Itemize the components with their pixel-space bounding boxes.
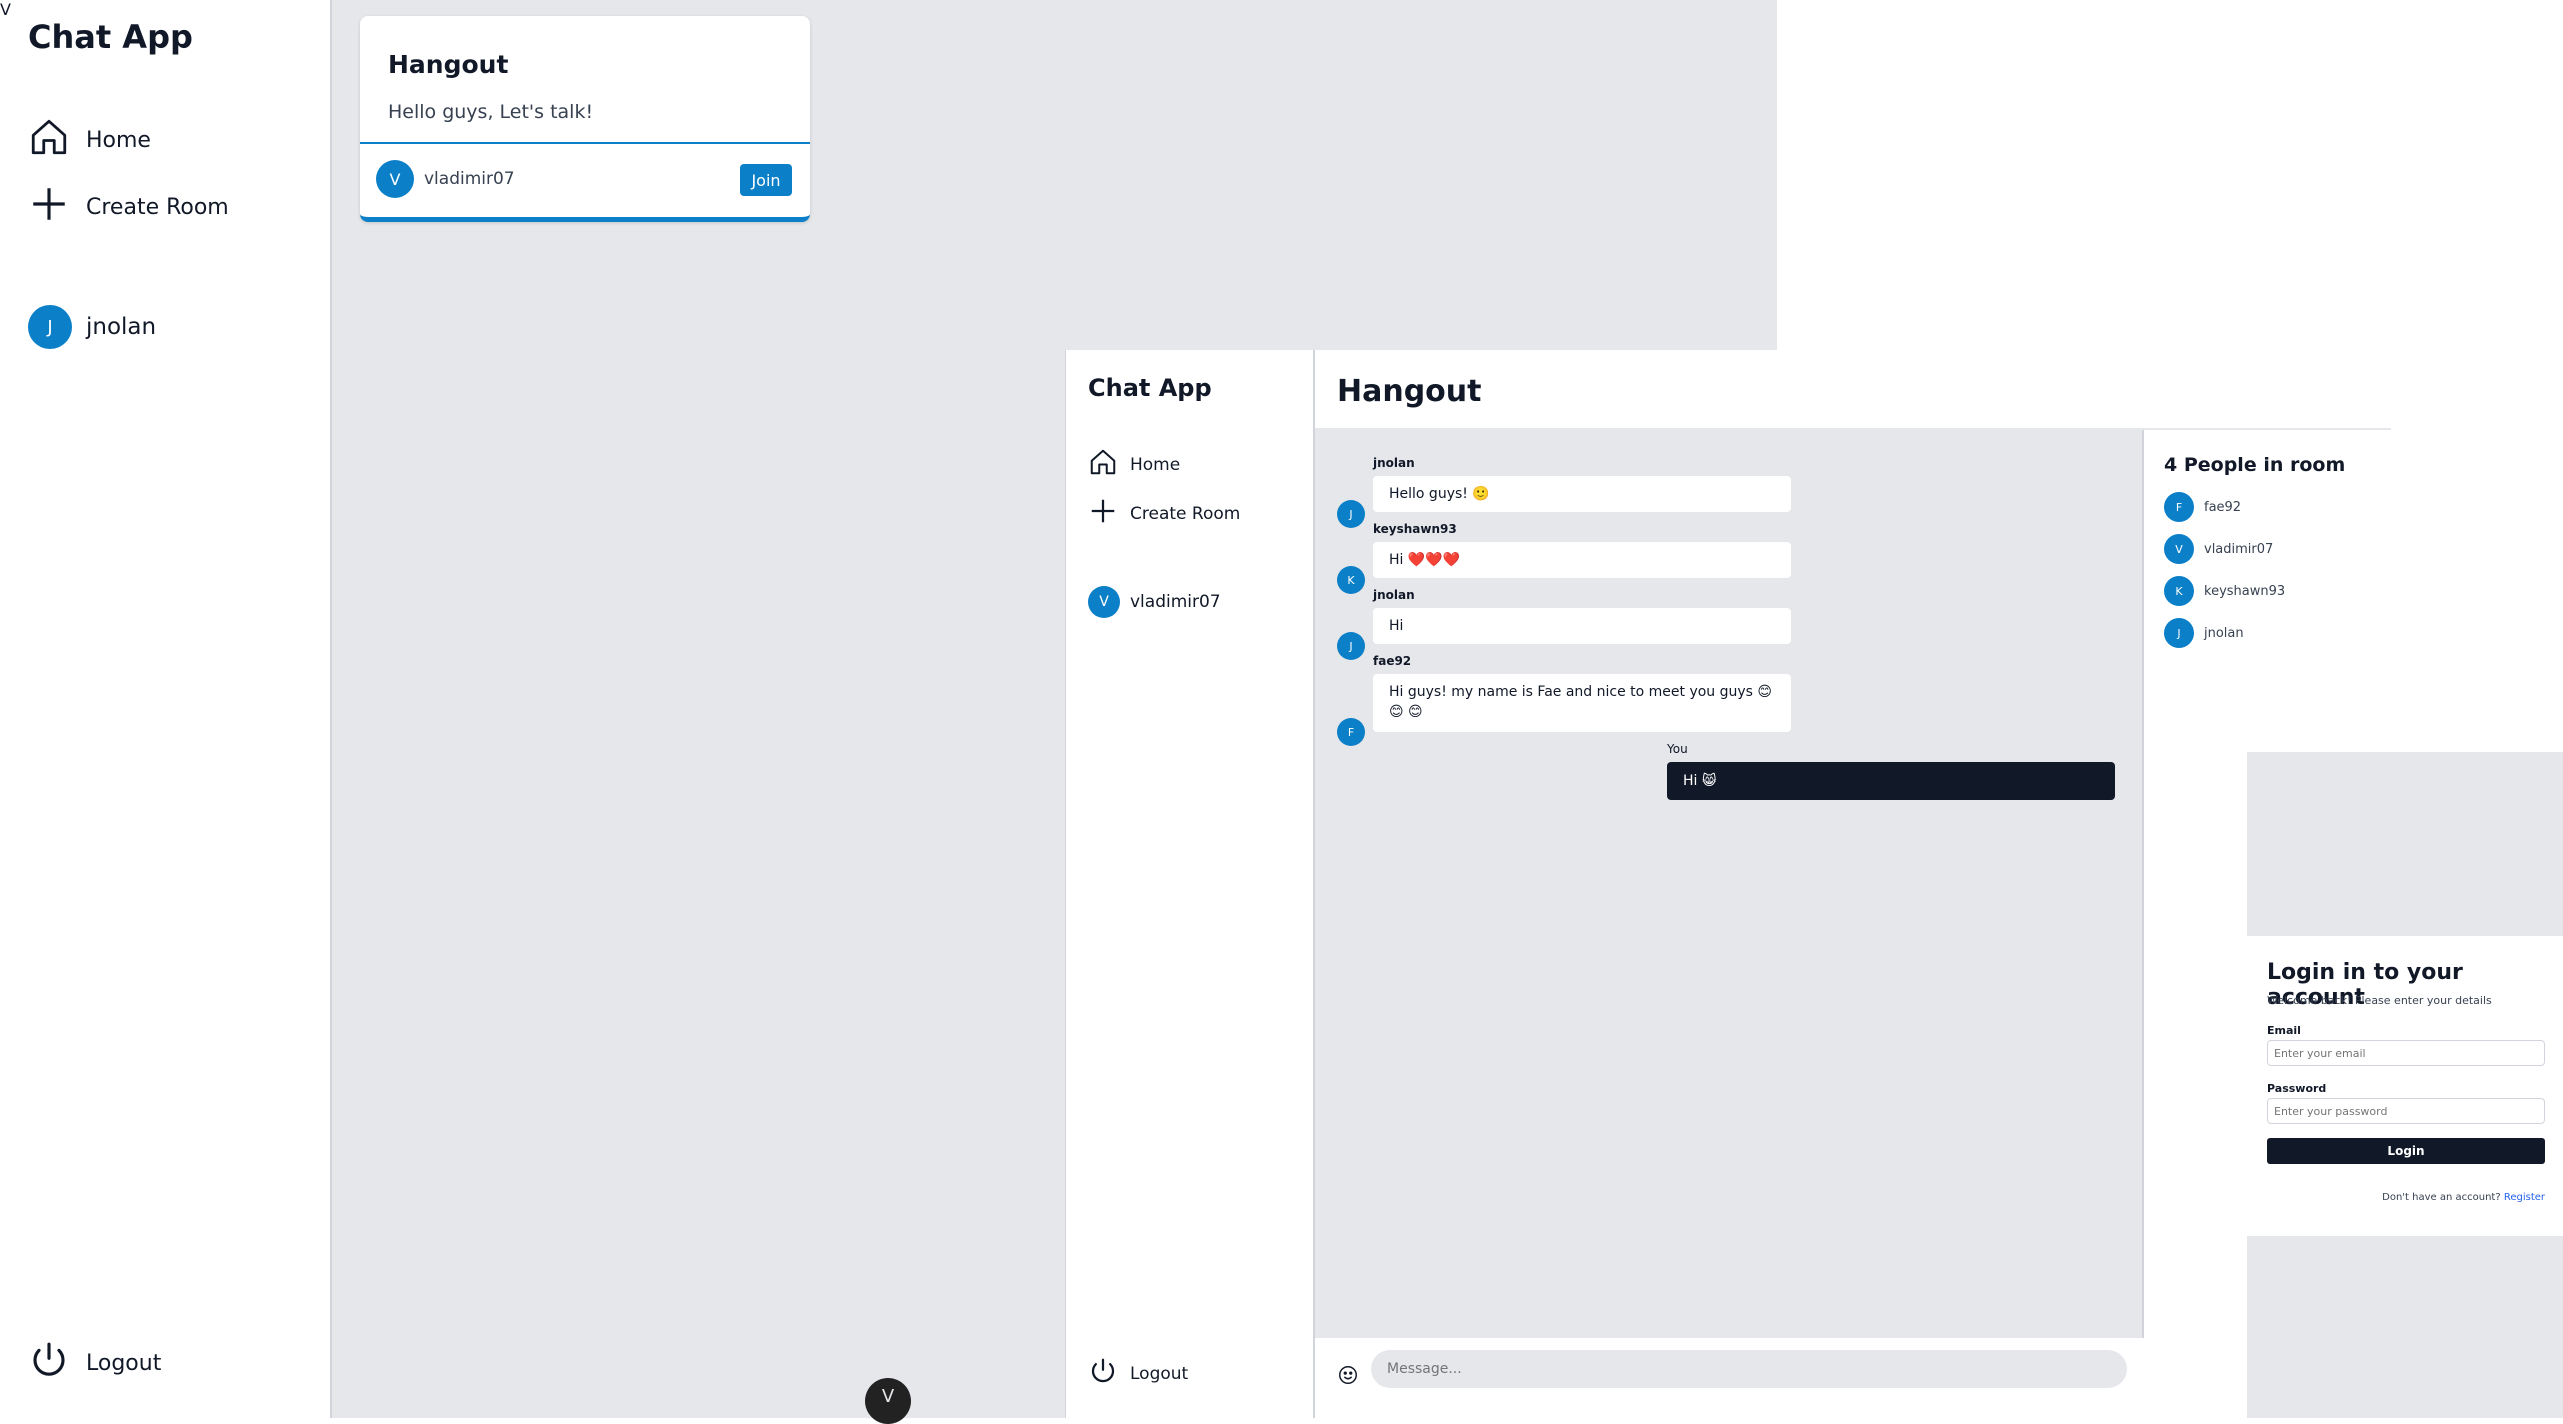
login-subtitle: Welcome back! Please enter your details: [2267, 994, 2492, 1007]
room-title: Hangout: [1337, 374, 1482, 409]
person-item[interactable]: V vladimir07: [2164, 534, 2273, 564]
sidebar: Chat App Home Create Room V vladimir07 L…: [1066, 350, 1315, 1418]
devtools-badge-icon[interactable]: V: [865, 1378, 911, 1424]
message-bubble: Hi guys! my name is Fae and nice to meet…: [1373, 674, 1791, 732]
home-icon: [28, 116, 70, 164]
avatar: F: [2164, 492, 2194, 522]
app-title: Chat App: [1088, 374, 1212, 402]
room-owner-name: vladimir07: [424, 169, 515, 189]
message-author: jnolan: [1373, 588, 1415, 602]
home-icon: [1088, 447, 1118, 482]
login-window: Login in to your account Welcome back! P…: [2247, 752, 2563, 1418]
divider: [360, 142, 810, 144]
avatar: K: [2164, 576, 2194, 606]
app-title: Chat App: [28, 18, 193, 56]
message-author: keyshawn93: [1373, 522, 1457, 536]
nav-create-room[interactable]: Create Room: [1088, 496, 1240, 531]
avatar: J: [28, 305, 72, 349]
person-item[interactable]: K keyshawn93: [2164, 576, 2285, 606]
chat-window: Chat App Home Create Room V vladimir07 L…: [1065, 350, 2391, 1418]
message-list[interactable]: jnolan Hello guys! 🙂 J keyshawn93 Hi ❤️❤…: [1315, 430, 2144, 1338]
nav-home[interactable]: Home: [28, 116, 151, 164]
avatar: J: [1337, 500, 1365, 528]
logout-label: Logout: [86, 1350, 162, 1376]
room-card-owner: V vladimir07: [376, 160, 515, 198]
avatar: J: [2164, 618, 2194, 648]
message-author: You: [1667, 742, 1688, 756]
email-field[interactable]: [2267, 1040, 2545, 1066]
message-bubble: Hi: [1373, 608, 1791, 644]
person-name: fae92: [2204, 499, 2242, 515]
current-user[interactable]: V vladimir07: [1088, 586, 1221, 618]
sidebar: Chat App Home Create Room J jnolan Logou…: [0, 0, 332, 1418]
avatar: F: [1337, 718, 1365, 746]
current-user[interactable]: J jnolan: [28, 305, 156, 349]
logout-button[interactable]: Logout: [1088, 1356, 1188, 1391]
plus-icon: [28, 183, 70, 231]
nav-home-label: Home: [86, 127, 151, 153]
nav-home[interactable]: Home: [1088, 447, 1180, 482]
email-label: Email: [2267, 1024, 2301, 1037]
room-card-title: Hangout: [388, 50, 509, 79]
join-button[interactable]: Join: [740, 164, 792, 196]
room-header: Hangout: [1315, 350, 2391, 430]
login-button[interactable]: Login: [2267, 1138, 2545, 1164]
room-card[interactable]: Hangout Hello guys, Let's talk! V vladim…: [360, 16, 810, 222]
login-panel: Login in to your account Welcome back! P…: [2247, 936, 2563, 1236]
register-link[interactable]: Register: [2504, 1192, 2545, 1203]
message-bubble: Hi ❤️❤️❤️: [1373, 542, 1791, 578]
username: vladimir07: [1130, 592, 1221, 612]
avatar: V: [2164, 534, 2194, 564]
person-item[interactable]: J jnolan: [2164, 618, 2244, 648]
password-field[interactable]: [2267, 1098, 2545, 1124]
avatar: V: [1088, 586, 1120, 618]
no-account-text: Don't have an account?: [2382, 1192, 2501, 1203]
room-card-description: Hello guys, Let's talk!: [388, 101, 594, 123]
nav-home-label: Home: [1130, 454, 1181, 475]
own-message-bubble: Hi 😸: [1667, 762, 2115, 800]
message-bubble: Hello guys! 🙂: [1373, 476, 1791, 512]
avatar: K: [1337, 566, 1365, 594]
devtools-badge-icon[interactable]: V: [0, 0, 11, 19]
avatar: J: [1337, 632, 1365, 660]
person-item[interactable]: F fae92: [2164, 492, 2241, 522]
nav-create-room[interactable]: Create Room: [28, 183, 229, 231]
person-name: vladimir07: [2204, 541, 2274, 557]
password-label: Password: [2267, 1082, 2327, 1095]
message-author: jnolan: [1373, 456, 1415, 470]
power-icon: [28, 1339, 70, 1387]
power-icon: [1088, 1356, 1118, 1391]
register-row: Don't have an account? Register: [2382, 1192, 2545, 1203]
message-input[interactable]: [1371, 1350, 2127, 1388]
plus-icon: [1088, 496, 1118, 531]
message-author: fae92: [1373, 654, 1412, 668]
avatar: V: [376, 160, 414, 198]
logout-button[interactable]: Logout: [28, 1339, 161, 1387]
nav-create-room-label: Create Room: [86, 194, 229, 220]
people-count: 4 People in room: [2164, 454, 2346, 476]
person-name: jnolan: [2204, 625, 2244, 641]
username: jnolan: [86, 314, 157, 340]
emoji-icon[interactable]: [1337, 1364, 1359, 1386]
nav-create-room-label: Create Room: [1130, 503, 1241, 524]
message-composer: [1315, 1338, 2144, 1418]
person-name: keyshawn93: [2204, 583, 2286, 599]
logout-label: Logout: [1130, 1363, 1189, 1384]
